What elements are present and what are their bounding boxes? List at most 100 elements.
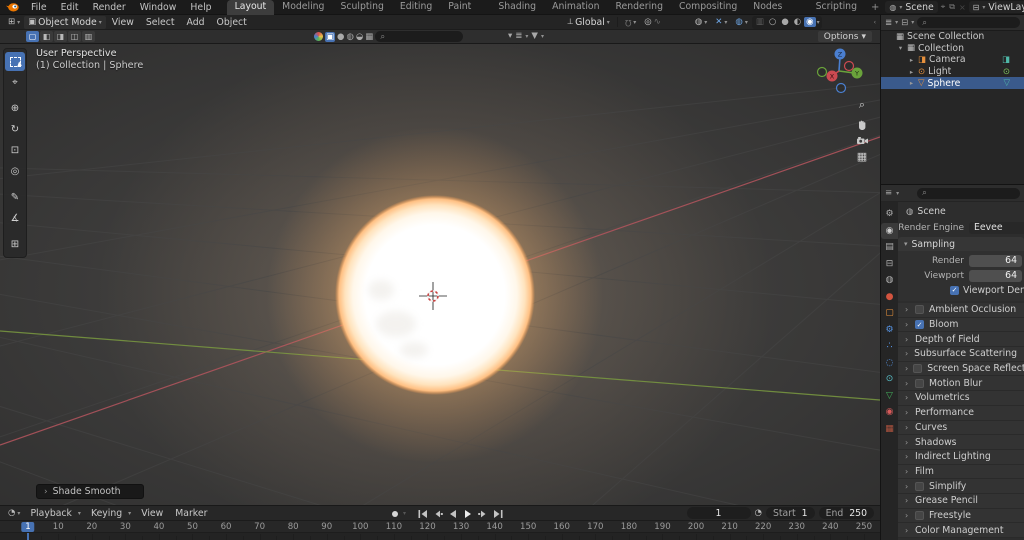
zoom-button[interactable]: ⌕: [853, 96, 871, 114]
properties-tab-particles[interactable]: ∴: [881, 338, 898, 355]
proportional-edit-toggle[interactable]: ◎ ∿: [640, 16, 665, 29]
overlays-toggle[interactable]: ✕ ▾: [711, 16, 731, 29]
properties-tab-view-layer[interactable]: ⊟: [881, 256, 898, 273]
timeline-menu-marker[interactable]: Marker: [169, 508, 213, 519]
outliner-row-camera[interactable]: ▸◨Camera◨: [881, 54, 1024, 66]
play-reverse-button[interactable]: [446, 508, 459, 519]
render-engine-dropdown[interactable]: Eevee: [969, 222, 1024, 234]
properties-tab-material[interactable]: ◉: [881, 404, 898, 421]
tab-uv-editing[interactable]: UV Editing: [392, 0, 440, 15]
filter-funnel-icon[interactable]: ▼: [531, 31, 538, 41]
tool-annotate[interactable]: ✎: [5, 188, 25, 207]
properties-search[interactable]: ⌕: [917, 188, 1020, 199]
collapse-icon[interactable]: ▸: [908, 56, 915, 64]
select-mode-3[interactable]: ◫: [68, 31, 81, 42]
section-curves[interactable]: ›Curves: [898, 421, 1024, 436]
select-mode-1[interactable]: ◧: [40, 31, 53, 42]
properties-tab-physics[interactable]: ◌: [881, 355, 898, 372]
delete-scene-icon[interactable]: ×: [958, 3, 967, 12]
tool-cursor[interactable]: ⌖: [5, 73, 25, 92]
ambient-occlusion-checkbox[interactable]: [915, 305, 924, 314]
section-volumetrics[interactable]: ›Volumetrics: [898, 391, 1024, 406]
properties-tab-constraints[interactable]: ⊙: [881, 371, 898, 388]
bloom-checkbox[interactable]: ✓: [915, 320, 924, 329]
properties-editor-type-icon[interactable]: ≡: [885, 188, 892, 198]
sampling-viewport-value[interactable]: 64: [969, 270, 1022, 282]
properties-tab-output[interactable]: ▤: [881, 239, 898, 256]
menu-render[interactable]: Render: [86, 0, 133, 15]
toggle-projection-button[interactable]: ▦: [853, 147, 871, 165]
shading-wireframe-icon[interactable]: ○: [767, 17, 778, 27]
section-shadows[interactable]: ›Shadows: [898, 435, 1024, 450]
outliner-filter-icon[interactable]: ⊟: [901, 18, 908, 28]
tab-geometry-nodes[interactable]: Geometry Nodes: [745, 0, 807, 15]
section-screen-space-reflections[interactable]: ›Screen Space Reflections: [898, 362, 1024, 377]
menu-help[interactable]: Help: [183, 0, 218, 15]
shading-rendered-icon[interactable]: ◉: [804, 17, 815, 27]
transform-orientation[interactable]: ⟂ Global ▾: [563, 16, 613, 29]
outliner-row-scene-collection[interactable]: ▦Scene Collection: [881, 31, 1024, 43]
select-mode-0[interactable]: ▢: [26, 31, 39, 42]
sampling-render-value[interactable]: 64: [969, 255, 1022, 267]
properties-tab-modifiers[interactable]: ⚙: [881, 322, 898, 339]
material-ball-icon[interactable]: [314, 32, 323, 41]
navigation-gizmo[interactable]: Z Y X: [806, 46, 870, 98]
3d-viewport[interactable]: User Perspective (1) Collection | Sphere…: [0, 44, 880, 505]
properties-tab-object[interactable]: ▢: [881, 305, 898, 322]
viewport-menu-select[interactable]: Select: [140, 17, 181, 28]
jump-to-end-button[interactable]: [491, 508, 504, 519]
next-keyframe-button[interactable]: [476, 508, 489, 519]
screen-space-reflections-checkbox[interactable]: [913, 364, 922, 373]
new-scene-icon[interactable]: ⧉: [948, 2, 956, 12]
properties-tab-render[interactable]: ◉: [881, 223, 898, 240]
ball-icon-2[interactable]: ◍: [346, 32, 353, 42]
viewport-denoising-row[interactable]: ✓ Viewport Denoising: [898, 283, 1024, 297]
toggle-xray-icon[interactable]: ▥: [754, 17, 766, 27]
select-mode-4[interactable]: ▥: [82, 31, 95, 42]
display-mode-icon[interactable]: ≣: [515, 31, 522, 41]
gizmo-popover[interactable]: ◍ ▾: [691, 16, 711, 29]
header-search-input[interactable]: [388, 32, 458, 42]
tool-select-box[interactable]: [5, 52, 25, 71]
outliner-display-mode-icon[interactable]: ≣: [885, 18, 892, 28]
viewport-menu-object[interactable]: Object: [211, 17, 253, 28]
timeline-menu-keying[interactable]: Keying: [85, 508, 128, 519]
menu-file[interactable]: File: [24, 0, 54, 15]
collapse-icon[interactable]: ▸: [908, 68, 915, 76]
menu-edit[interactable]: Edit: [54, 0, 86, 15]
tool-move[interactable]: ⊕: [5, 99, 25, 118]
viewlayer-selector[interactable]: ⊟ ▾ ViewLayer: [969, 1, 1024, 13]
blender-logo[interactable]: [5, 1, 20, 13]
tool-measure[interactable]: ∡: [5, 209, 25, 228]
section-ambient-occlusion[interactable]: ›Ambient Occlusion: [898, 303, 1024, 318]
axis-neg-x-ball[interactable]: [845, 62, 854, 71]
current-frame-field[interactable]: 1: [687, 507, 751, 519]
editor-type-button[interactable]: ⊞ ▾: [4, 16, 24, 29]
menu-window[interactable]: Window: [133, 0, 184, 15]
auto-key-button[interactable]: [388, 508, 401, 519]
tab-shading[interactable]: Shading: [490, 0, 544, 15]
properties-tab-scene[interactable]: ◍: [881, 272, 898, 289]
scene-selector[interactable]: ◍ ▾ Scene: [885, 1, 937, 13]
section-simplify[interactable]: ›Simplify: [898, 479, 1024, 494]
timeline-ruler[interactable]: 1102030405060708090100110120130140150160…: [0, 520, 880, 540]
tab-modeling[interactable]: Modeling: [274, 0, 332, 15]
timeline-menu-playback[interactable]: Playback: [24, 508, 77, 519]
tool-scale[interactable]: ⊡: [5, 141, 25, 160]
play-button[interactable]: [461, 508, 474, 519]
section-grease-pencil[interactable]: ›Grease Pencil: [898, 494, 1024, 509]
options-button[interactable]: Options ▾: [818, 31, 872, 42]
section-subsurface-scattering[interactable]: ›Subsurface Scattering: [898, 347, 1024, 362]
header-search[interactable]: ⌕: [375, 31, 463, 42]
properties-tab-world[interactable]: ●: [881, 289, 898, 306]
sampling-section-header[interactable]: ▾ Sampling: [898, 237, 1024, 251]
tab-scripting[interactable]: Scripting: [808, 0, 865, 15]
section-indirect-lighting[interactable]: ›Indirect Lighting: [898, 450, 1024, 465]
outliner-row-sphere[interactable]: ▸▽Sphere▽: [881, 77, 1024, 89]
timeline-editor-type-button[interactable]: ◔ ▾: [4, 507, 24, 520]
prev-keyframe-button[interactable]: [431, 508, 444, 519]
ball-icon-3[interactable]: ◒: [356, 32, 363, 42]
viewport-denoising-checkbox[interactable]: ✓: [950, 286, 959, 295]
properties-tab-texture[interactable]: ▦: [881, 421, 898, 438]
expand-icon[interactable]: ▾: [897, 44, 904, 52]
